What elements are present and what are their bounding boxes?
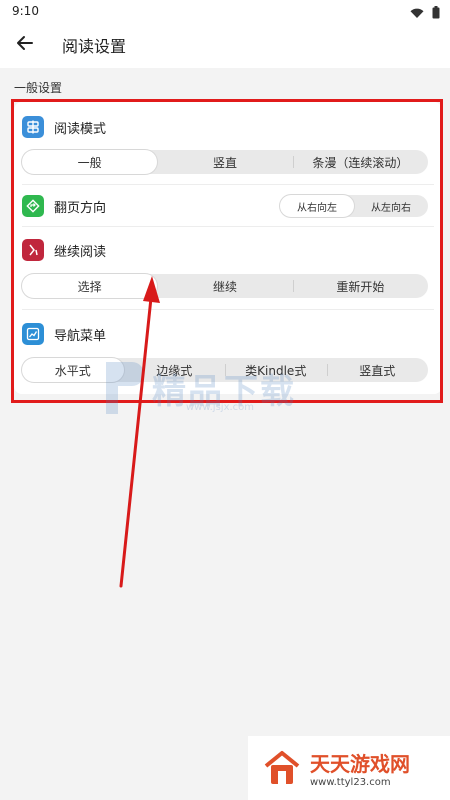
annotation-arrow-icon xyxy=(119,276,160,588)
corner-logo-text: 天天游戏网 xyxy=(310,752,410,776)
house-logo-icon xyxy=(264,751,300,784)
corner-logo: 天天游戏网 www.ttyl23.com xyxy=(248,736,450,800)
corner-logo-url: www.ttyl23.com xyxy=(310,777,391,788)
